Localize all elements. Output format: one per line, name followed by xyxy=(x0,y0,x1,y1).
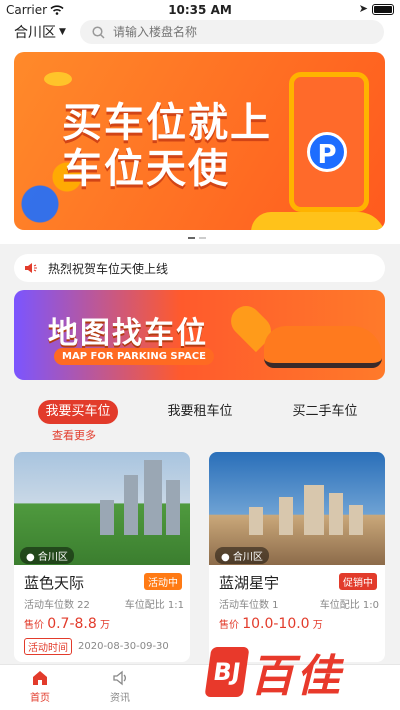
building-shape xyxy=(249,507,263,535)
car-illustration xyxy=(251,212,385,230)
price-unit: 万 xyxy=(312,620,323,631)
city-label: 合川区 xyxy=(14,25,56,41)
carousel-dot xyxy=(188,237,195,239)
building-shape xyxy=(124,475,138,535)
activity-time-label: 活动时间 xyxy=(24,638,72,655)
search-bar[interactable] xyxy=(80,20,384,44)
parking-ratio: 车位配比 1:1 xyxy=(124,600,184,611)
price-value: 0.7-8.8 xyxy=(47,616,97,632)
price-prefix: 售价 xyxy=(219,620,239,631)
carousel-indicator xyxy=(188,237,206,239)
caret-down-icon: ▼ xyxy=(59,27,66,37)
watermark-brand: 百佳 xyxy=(250,651,342,702)
price-value: 10.0-10.0 xyxy=(242,616,310,632)
map-search-banner[interactable]: 地图找车位 MAP FOR PARKING SPACE xyxy=(14,290,385,380)
building-shape xyxy=(349,505,363,535)
tab-secondhand-parking[interactable]: 买二手车位 xyxy=(285,400,365,424)
activity-time-value: 2020-08-30-09-30 xyxy=(78,641,169,652)
status-badge: 活动中 xyxy=(144,573,182,590)
tab-home[interactable]: 首页 xyxy=(15,669,65,704)
search-input[interactable] xyxy=(113,25,343,39)
building-shape xyxy=(144,460,162,535)
location-tag: ● 合川区 xyxy=(20,547,74,564)
watermark: BJ 百佳 xyxy=(204,640,342,704)
status-bar: Carrier 10:35 AM ➤ xyxy=(0,0,400,20)
parking-icon: P xyxy=(307,132,347,172)
map-banner-subtitle: MAP FOR PARKING SPACE xyxy=(54,348,214,365)
activity-count: 活动车位数 1 xyxy=(219,600,279,611)
location-tag: ● 合川区 xyxy=(215,547,269,564)
listing-name: 蓝色天际 xyxy=(24,574,85,592)
parking-ratio: 车位配比 1:0 xyxy=(319,600,379,611)
watermark-logo: BJ xyxy=(204,647,250,697)
listing-price: 售价 0.7-8.8 万 xyxy=(24,616,110,632)
search-icon xyxy=(92,25,105,39)
coin-icon xyxy=(44,72,72,86)
tab-buy-parking[interactable]: 我要买车位 xyxy=(38,400,118,424)
location-label: 合川区 xyxy=(232,552,263,563)
tab-news-label: 资讯 xyxy=(110,693,130,704)
building-shape xyxy=(279,497,293,535)
listing-price: 售价 10.0-10.0 万 xyxy=(219,616,323,632)
notice-bar[interactable]: 热烈祝贺车位天使上线 xyxy=(14,254,385,282)
view-more-link[interactable]: 查看更多 xyxy=(52,427,96,443)
banner-line-1: 买车位就上 xyxy=(62,100,272,146)
listing-info: 活动车位数 1 车位配比 1:0 xyxy=(219,596,379,611)
home-icon xyxy=(33,671,47,685)
speaker-icon xyxy=(25,263,37,273)
carousel-dot xyxy=(199,237,206,239)
map-banner-title: 地图找车位 xyxy=(48,316,208,351)
listing-name: 蓝湖星宇 xyxy=(219,574,280,592)
car-illustration xyxy=(264,326,382,368)
speaker-icon xyxy=(113,670,126,686)
banner-headline: 买车位就上 车位天使 xyxy=(62,100,272,192)
banner-line-2: 车位天使 xyxy=(62,146,230,192)
battery-icon xyxy=(372,4,394,15)
activity-time: 活动时间 2020-08-30-09-30 xyxy=(24,638,169,655)
tab-rent-parking[interactable]: 我要租车位 xyxy=(160,400,240,424)
listing-card[interactable]: ● 合川区 蓝湖星宇 促销中 活动车位数 1 车位配比 1:0 售价 10.0-… xyxy=(209,452,385,662)
price-unit: 万 xyxy=(99,620,110,631)
building-shape xyxy=(304,485,324,535)
building-shape xyxy=(100,500,114,535)
promo-banner[interactable]: 买车位就上 车位天使 P xyxy=(14,52,385,230)
activity-count: 活动车位数 22 xyxy=(24,600,90,611)
category-tabs: 我要买车位 我要租车位 买二手车位 xyxy=(0,400,400,426)
top-bar: 合川区 ▼ xyxy=(0,20,400,44)
listing-info: 活动车位数 22 车位配比 1:1 xyxy=(24,596,184,611)
tab-home-label: 首页 xyxy=(30,693,50,704)
status-badge: 促销中 xyxy=(339,573,377,590)
building-shape xyxy=(329,493,343,535)
location-label: 合川区 xyxy=(37,552,68,563)
listing-card[interactable]: ● 合川区 蓝色天际 活动中 活动车位数 22 车位配比 1:1 售价 0.7-… xyxy=(14,452,190,662)
notice-text: 热烈祝贺车位天使上线 xyxy=(48,261,169,276)
building-shape xyxy=(166,480,180,535)
status-time: 10:35 AM xyxy=(168,3,232,17)
city-selector[interactable]: 合川区 ▼ xyxy=(14,22,66,42)
tab-news[interactable]: 资讯 xyxy=(95,669,145,704)
price-prefix: 售价 xyxy=(24,620,44,631)
location-arrow-icon: ➤ xyxy=(358,2,368,15)
